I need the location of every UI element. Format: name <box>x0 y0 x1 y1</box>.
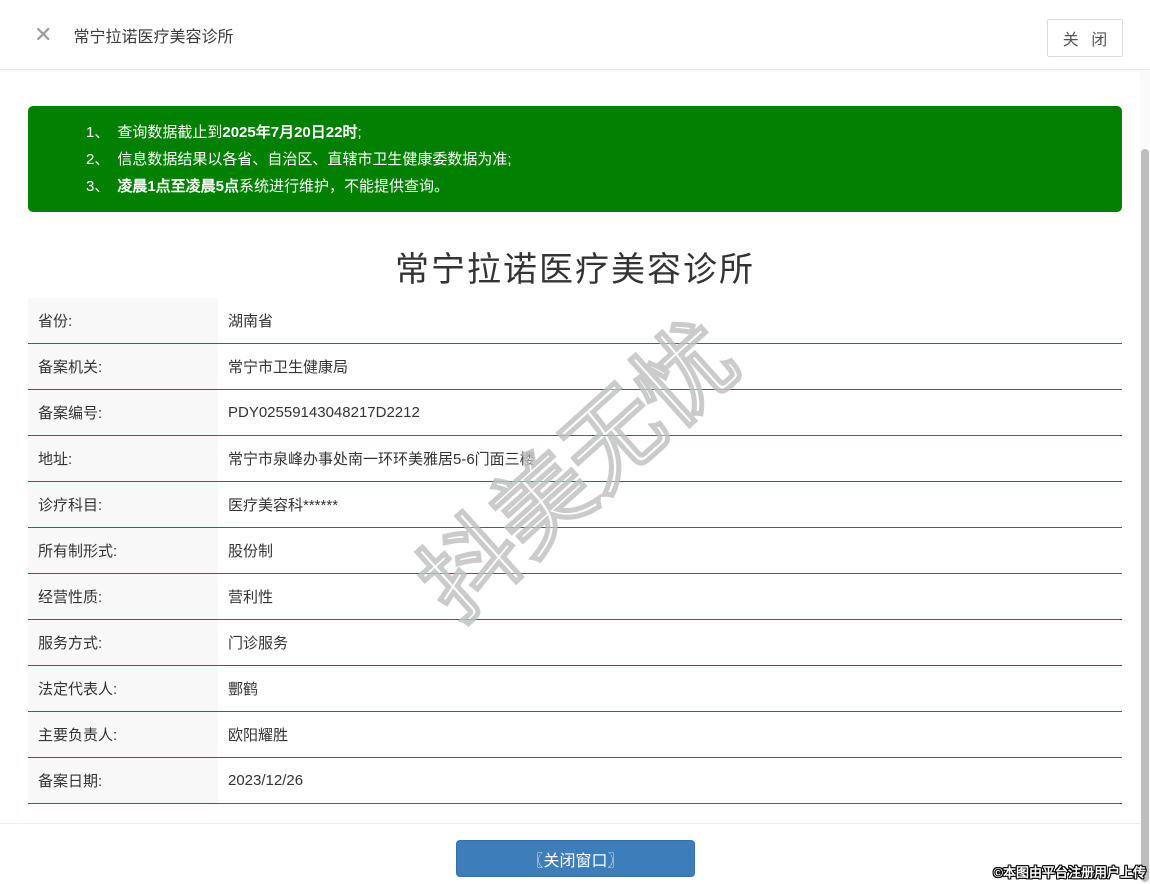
close-button[interactable]: 关 闭 <box>1047 19 1123 57</box>
close-window-button[interactable]: 〖关闭窗口〗 <box>456 840 695 877</box>
footer-separator <box>0 823 1150 824</box>
row-label-operating-nature: 经营性质: <box>28 574 218 619</box>
row-label-treatment-subjects: 诊疗科目: <box>28 482 218 527</box>
table-row: 省份: 湖南省 <box>28 298 1122 344</box>
scrollbar-track <box>1140 71 1150 884</box>
row-value-operating-nature: 营利性 <box>218 574 1122 619</box>
notice-line: 1、 查询数据截止到2025年7月20日22时; <box>86 119 1102 146</box>
row-value-filing-number: PDY02559143048217D2212 <box>218 390 1122 435</box>
row-value-treatment-subjects: 医疗美容科****** <box>218 482 1122 527</box>
row-value-service-mode: 门诊服务 <box>218 620 1122 665</box>
row-value-filing-date: 2023/12/26 <box>218 758 1122 803</box>
notice-text: ; <box>357 124 362 141</box>
notice-text: 查询数据截止到 <box>117 124 223 141</box>
table-row: 所有制形式: 股份制 <box>28 528 1122 574</box>
copyright-text: ©本图由平台注册用户上传 <box>993 865 1146 880</box>
row-value-filing-authority: 常宁市卫生健康局 <box>218 344 1122 389</box>
notice-text: 系统进行维护，不能提供查询。 <box>239 178 450 195</box>
notice-box: 1、 查询数据截止到2025年7月20日22时; 2、 信息数据结果以各省、自治区、… <box>28 106 1122 212</box>
notice-line: 3、 凌晨1点至凌晨5点系统进行维护，不能提供查询。 <box>86 173 1102 200</box>
table-row: 服务方式: 门诊服务 <box>28 620 1122 666</box>
detail-table: 省份: 湖南省 备案机关: 常宁市卫生健康局 备案编号: PDY02559143… <box>28 298 1122 804</box>
row-value-province: 湖南省 <box>218 298 1122 343</box>
close-icon[interactable]: ✕ <box>34 23 52 46</box>
scrollbar-thumb[interactable] <box>1141 149 1149 882</box>
notice-number: 2、 <box>86 151 110 168</box>
header-title: 常宁拉诺医疗美容诊所 <box>73 28 234 46</box>
header: ✕ 常宁拉诺医疗美容诊所 关 闭 <box>0 0 1150 70</box>
row-value-principal-person: 欧阳耀胜 <box>218 712 1122 757</box>
row-label-service-mode: 服务方式: <box>28 620 218 665</box>
row-label-filing-authority: 备案机关: <box>28 344 218 389</box>
table-row: 经营性质: 营利性 <box>28 574 1122 620</box>
table-row: 主要负责人: 欧阳耀胜 <box>28 712 1122 758</box>
row-value-legal-representative: 酆鹤 <box>218 666 1122 711</box>
row-value-ownership-form: 股份制 <box>218 528 1122 573</box>
notice-bold-text: 凌晨1点至凌晨5点 <box>117 178 240 195</box>
row-label-filing-number: 备案编号: <box>28 390 218 435</box>
table-row: 备案编号: PDY02559143048217D2212 <box>28 390 1122 436</box>
table-row: 地址: 常宁市泉峰办事处南一环环美雅居5-6门面三楼 <box>28 436 1122 482</box>
row-label-filing-date: 备案日期: <box>28 758 218 803</box>
notice-bold-text: 2025年7月20日22时 <box>222 124 358 141</box>
row-label-address: 地址: <box>28 436 218 481</box>
notice-number: 3、 <box>86 178 110 195</box>
row-label-principal-person: 主要负责人: <box>28 712 218 757</box>
table-row: 备案日期: 2023/12/26 <box>28 758 1122 804</box>
table-row: 备案机关: 常宁市卫生健康局 <box>28 344 1122 390</box>
notice-line: 2、 信息数据结果以各省、自治区、直辖市卫生健康委数据为准; <box>86 146 1102 173</box>
clinic-title: 常宁拉诺医疗美容诊所 <box>395 251 755 289</box>
row-label-province: 省份: <box>28 298 218 343</box>
row-label-ownership-form: 所有制形式: <box>28 528 218 573</box>
row-label-legal-representative: 法定代表人: <box>28 666 218 711</box>
notice-text: 信息数据结果以各省、自治区、直辖市卫生健康委数据为准; <box>117 151 512 168</box>
notice-number: 1、 <box>86 124 110 141</box>
table-row: 诊疗科目: 医疗美容科****** <box>28 482 1122 528</box>
row-value-address: 常宁市泉峰办事处南一环环美雅居5-6门面三楼 <box>218 436 1122 481</box>
table-row: 法定代表人: 酆鹤 <box>28 666 1122 712</box>
